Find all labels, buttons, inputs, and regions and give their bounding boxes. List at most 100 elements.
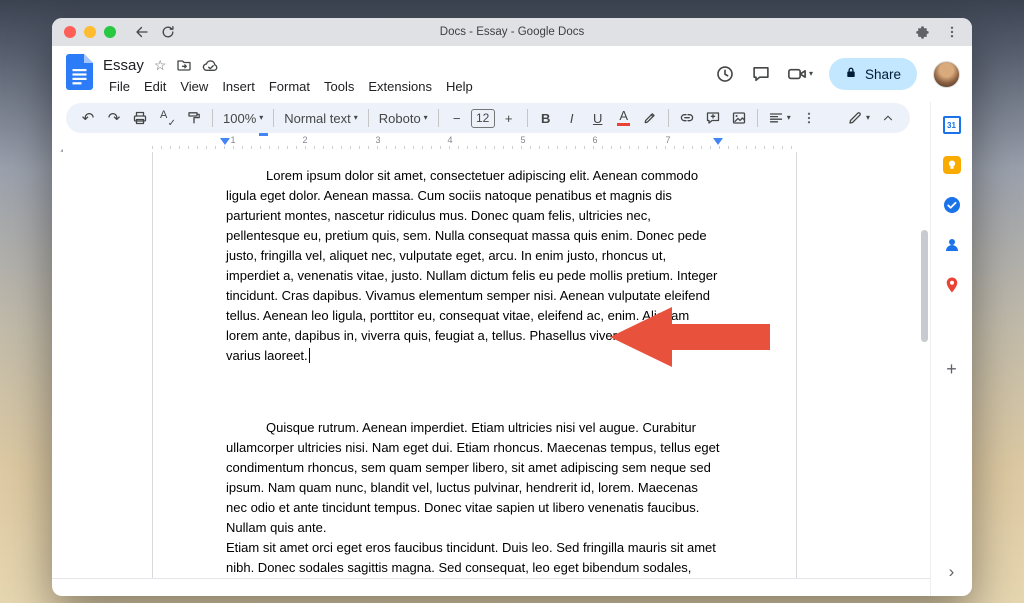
editing-mode-dropdown[interactable]: ▾ — [843, 106, 874, 130]
italic-button[interactable]: I — [560, 106, 584, 130]
text-color-button[interactable]: A — [612, 106, 636, 130]
font-dropdown[interactable]: Roboto ▾ — [375, 106, 432, 130]
fullscreen-window-button[interactable] — [104, 26, 116, 38]
align-dropdown[interactable]: ▾ — [764, 106, 795, 130]
add-comment-button[interactable] — [701, 106, 725, 130]
vertical-scrollbar[interactable] — [921, 230, 928, 342]
menu-view[interactable]: View — [174, 78, 214, 95]
menu-help[interactable]: Help — [440, 78, 479, 95]
ruler-number: 2 — [300, 135, 309, 145]
menu-tools[interactable]: Tools — [318, 78, 360, 95]
left-indent-marker[interactable] — [220, 138, 230, 145]
ruler-number: 4 — [445, 135, 454, 145]
version-history-icon[interactable] — [715, 64, 735, 84]
underline-button[interactable]: U — [586, 106, 610, 130]
ruler-ticks — [152, 146, 797, 149]
profile-avatar[interactable] — [933, 61, 960, 88]
move-folder-icon[interactable] — [176, 57, 192, 73]
more-toolbar-options-button[interactable] — [797, 106, 821, 130]
spell-a-glyph: A — [160, 109, 167, 121]
desktop-wallpaper: Docs - Essay - Google Docs — [0, 0, 1024, 603]
extensions-icon[interactable] — [914, 24, 930, 40]
add-side-panel-app-button[interactable]: + — [946, 360, 957, 378]
toolbar: ↶ ↷ A✓ 100% ▾ Normal text — [66, 103, 910, 133]
browser-menu-icon[interactable] — [944, 24, 960, 40]
reload-icon[interactable] — [160, 24, 176, 40]
annotation-arrow-icon — [610, 305, 770, 369]
keep-icon[interactable] — [943, 156, 961, 174]
star-icon[interactable]: ☆ — [154, 57, 167, 74]
browser-window: Docs - Essay - Google Docs — [52, 18, 972, 596]
ruler-number: 7 — [663, 135, 672, 145]
tasks-icon[interactable] — [943, 196, 961, 214]
toolbar-divider — [212, 109, 213, 127]
menu-edit[interactable]: Edit — [138, 78, 172, 95]
zoom-dropdown[interactable]: 100% ▾ — [219, 106, 267, 130]
header-actions: ▾ Share — [715, 58, 960, 90]
font-caret-icon: ▾ — [424, 114, 428, 122]
zoom-caret-icon: ▾ — [259, 114, 263, 122]
decrease-font-size-button[interactable]: − — [445, 106, 469, 130]
side-panel: 31 + › — [930, 102, 972, 596]
window-title: Docs - Essay - Google Docs — [52, 26, 972, 38]
first-line-indent-marker[interactable] — [259, 133, 268, 136]
toolbar-divider — [273, 109, 274, 127]
ruler-number: 6 — [590, 135, 599, 145]
text-color-swatch — [617, 123, 630, 126]
cloud-status-icon[interactable] — [202, 57, 219, 74]
lock-icon — [845, 66, 857, 82]
toolbar-row: ↶ ↷ A✓ 100% ▾ Normal text — [52, 103, 972, 133]
title-block: Essay ☆ File Edit View Insert Format Too… — [103, 53, 479, 95]
titlebar-right — [914, 24, 960, 40]
zoom-value: 100% — [223, 111, 256, 126]
collapse-menus-button[interactable] — [876, 106, 900, 130]
maps-icon[interactable] — [943, 276, 961, 294]
document-title[interactable]: Essay — [103, 57, 144, 74]
text-color-glyph: A — [619, 110, 628, 122]
paragraph-style-dropdown[interactable]: Normal text ▾ — [280, 106, 361, 130]
meet-caret-icon[interactable]: ▾ — [809, 70, 813, 78]
close-window-button[interactable] — [64, 26, 76, 38]
menu-file[interactable]: File — [103, 78, 136, 95]
menu-insert[interactable]: Insert — [216, 78, 261, 95]
meet-video-icon[interactable]: ▾ — [787, 64, 813, 84]
menu-format[interactable]: Format — [263, 78, 316, 95]
right-indent-marker[interactable] — [713, 138, 723, 145]
docs-logo[interactable] — [66, 54, 93, 95]
title-row: Essay ☆ — [103, 53, 479, 77]
paint-format-button[interactable] — [182, 106, 206, 130]
back-icon[interactable] — [134, 24, 150, 40]
ruler-number: 5 — [518, 135, 527, 145]
paragraph-3[interactable]: Etiam sit amet orci eget eros faucibus t… — [226, 538, 721, 579]
horizontal-ruler[interactable]: 1 2 3 4 5 6 7 — [52, 133, 930, 152]
bold-button[interactable]: B — [534, 106, 558, 130]
toolbar-divider — [668, 109, 669, 127]
insert-image-button[interactable] — [727, 106, 751, 130]
insert-link-button[interactable] — [675, 106, 699, 130]
menu-extensions[interactable]: Extensions — [362, 78, 438, 95]
hide-side-panel-button[interactable]: › — [949, 562, 955, 582]
paragraph-2[interactable]: Quisque rutrum. Aenean imperdiet. Etiam … — [226, 418, 721, 538]
browser-titlebar: Docs - Essay - Google Docs — [52, 18, 972, 46]
undo-button[interactable]: ↶ — [76, 106, 100, 130]
comment-history-icon[interactable] — [751, 64, 771, 84]
highlight-color-button[interactable] — [638, 106, 662, 130]
share-button[interactable]: Share — [829, 58, 917, 90]
share-label: Share — [865, 67, 901, 82]
contacts-icon[interactable] — [943, 236, 961, 254]
toolbar-divider — [438, 109, 439, 127]
font-size-input[interactable]: 12 — [471, 109, 495, 128]
print-button[interactable] — [128, 106, 152, 130]
document-canvas[interactable]: Lorem ipsum dolor sit amet, consectetuer… — [52, 152, 930, 579]
redo-button[interactable]: ↷ — [102, 106, 126, 130]
docs-header: Essay ☆ File Edit View Insert Format Too… — [52, 46, 972, 102]
spell-check-button[interactable]: A✓ — [154, 106, 180, 130]
calendar-icon[interactable]: 31 — [943, 116, 961, 134]
editing-mode-caret-icon: ▾ — [866, 114, 870, 122]
font-value: Roboto — [379, 111, 421, 126]
minimize-window-button[interactable] — [84, 26, 96, 38]
increase-font-size-button[interactable]: + — [497, 106, 521, 130]
text-cursor — [309, 348, 311, 363]
ruler-number: 3 — [373, 135, 382, 145]
style-value: Normal text — [284, 111, 350, 126]
